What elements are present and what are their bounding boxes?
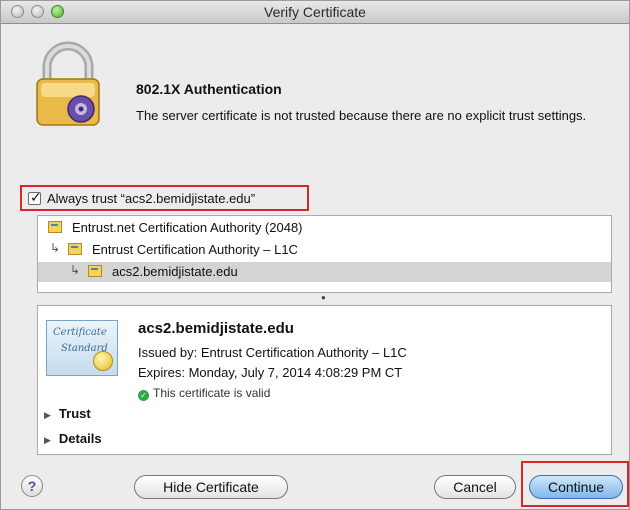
title-bar: Verify Certificate (1, 1, 629, 24)
trust-disclosure[interactable]: ▶ Trust (44, 406, 91, 421)
certificate-name: acs2.bemidjistate.edu (138, 320, 294, 337)
seal-icon (93, 351, 113, 371)
cert-chain-item-intermediate[interactable]: ↳ Entrust Certification Authority – L1C (38, 240, 611, 260)
disclosure-triangle-icon: ▶ (44, 435, 51, 445)
splitter-dot-icon: ● (321, 293, 326, 302)
cancel-button[interactable]: Cancel (434, 475, 516, 499)
help-button[interactable]: ? (21, 475, 43, 497)
hide-certificate-button[interactable]: Hide Certificate (134, 475, 288, 499)
certificate-issuer: Issued by: Entrust Certification Authori… (138, 345, 407, 360)
cert-chain-item-leaf[interactable]: ↳ acs2.bemidjistate.edu (38, 262, 611, 282)
certificate-expiration: Expires: Monday, July 7, 2014 4:08:29 PM… (138, 365, 403, 380)
auth-message: The server certificate is not trusted be… (136, 108, 587, 123)
details-disclosure[interactable]: ▶ Details (44, 431, 102, 446)
always-trust-label[interactable]: Always trust “acs2.bemidjistate.edu” (47, 191, 255, 206)
always-trust-checkbox[interactable]: ✓ (28, 189, 42, 205)
check-circle-icon: ✓ (138, 390, 149, 401)
certificate-icon: Certificate Standard (46, 320, 118, 376)
child-arrow-icon: ↳ (50, 241, 61, 255)
cert-chain-label: Entrust Certification Authority – L1C (92, 242, 298, 257)
certificate-chain-tree: Entrust.net Certification Authority (204… (37, 215, 612, 293)
always-trust-row[interactable]: ✓ Always trust “acs2.bemidjistate.edu” (20, 185, 309, 211)
checkmark-icon: ✓ (30, 189, 42, 205)
certificate-details-pane: Certificate Standard acs2.bemidjistate.e… (37, 305, 612, 455)
window-title: Verify Certificate (264, 4, 366, 20)
lock-icon (36, 41, 100, 126)
child-arrow-icon: ↳ (70, 263, 81, 277)
certificate-icon (88, 265, 102, 277)
verify-certificate-dialog: Verify Certificate 802.1X Authentication… (0, 0, 630, 510)
certificate-status: ✓ This certificate is valid (138, 386, 270, 401)
auth-heading: 802.1X Authentication (136, 81, 282, 97)
certificate-icon (68, 243, 82, 255)
certificate-icon (48, 221, 62, 233)
pane-splitter-handle[interactable]: ● (37, 293, 612, 305)
cert-chain-label: acs2.bemidjistate.edu (112, 264, 238, 279)
cert-chain-item-root[interactable]: Entrust.net Certification Authority (204… (38, 218, 611, 238)
continue-button[interactable]: Continue (529, 475, 623, 499)
cert-chain-label: Entrust.net Certification Authority (204… (72, 220, 303, 235)
disclosure-triangle-icon: ▶ (44, 410, 51, 420)
